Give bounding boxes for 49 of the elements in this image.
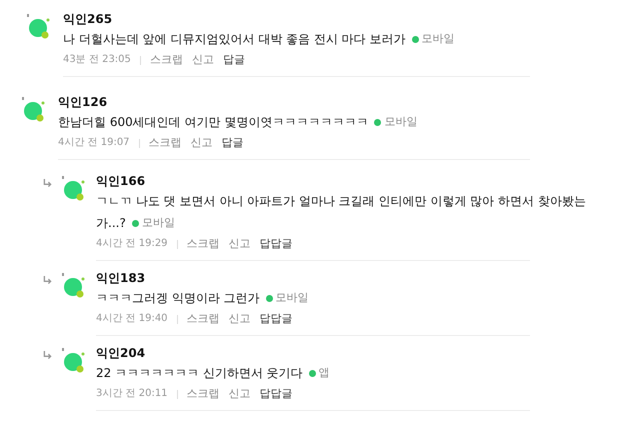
comment-text: 22 ㅋㅋㅋㅋㅋㅋㅋ 신기하면서 웃기다	[96, 365, 303, 382]
status-dot-icon	[266, 294, 273, 302]
timestamp: 4시간 전 19:29	[96, 237, 168, 251]
author-name: 익인204	[96, 345, 146, 362]
reply-arrow-icon	[43, 351, 52, 359]
comment-text: 한남더힐 600세대인데 여기만 몇명이엿ㅋㅋㅋㅋㅋㅋㅋㅋ	[58, 114, 368, 131]
action-link[interactable]: 신고	[228, 309, 251, 329]
status-dot-icon	[374, 118, 382, 126]
author-name: 익인265	[63, 11, 114, 28]
reply-link[interactable]: 답글	[222, 133, 244, 153]
avatar-icon	[21, 97, 47, 123]
reply-link[interactable]: 답글	[222, 50, 245, 70]
reply-link[interactable]: 답답글	[260, 309, 293, 329]
action-link[interactable]: 스크랩	[186, 234, 220, 254]
timestamp: 3시간 전 20:11	[96, 387, 168, 401]
avatar-icon	[61, 348, 87, 374]
platform-label: 모바일	[422, 31, 455, 47]
reply-arrow-icon	[43, 179, 52, 187]
action-link[interactable]: 신고	[228, 384, 251, 404]
avatar-icon	[61, 273, 87, 299]
comment-text: ㄱㄴㄲ 나도 댓 보면서 아니 아파트가 얼마나 크길래 인티에만 이렇게 많아 하면서 찾아봤는	[96, 193, 586, 210]
author-name: 익인183	[96, 270, 146, 287]
action-link[interactable]: 스크랩	[148, 133, 182, 153]
reply-arrow-icon	[43, 276, 52, 284]
timestamp: 4시간 전 19:07	[58, 136, 130, 150]
reply-link[interactable]: 답답글	[260, 384, 293, 404]
action-link[interactable]: 스크랩	[186, 309, 220, 329]
platform-label: 모바일	[276, 290, 309, 306]
platform-label: 모바일	[142, 215, 175, 231]
comment-text: 가...?	[96, 215, 126, 232]
action-link[interactable]: 신고	[228, 234, 251, 254]
author-name: 익인126	[58, 94, 108, 111]
action-link[interactable]: 신고	[192, 50, 214, 70]
author-name: 익인166	[96, 173, 146, 190]
comment-text: 나 더헐사는데 앞에 디뮤지엄있어서 대박 좋음 전시 마다 보러가	[63, 31, 406, 48]
reply-link[interactable]: 답답글	[260, 234, 293, 254]
status-dot-icon	[308, 370, 316, 376]
timestamp: 4시간 전 19:40	[96, 312, 168, 326]
timestamp: 43분 전 23:05	[63, 53, 131, 67]
action-link[interactable]: 신고	[190, 133, 213, 153]
avatar-icon	[26, 14, 52, 40]
status-dot-icon	[412, 36, 419, 42]
action-link[interactable]: 스크랩	[150, 50, 183, 70]
action-link[interactable]: 스크랩	[186, 384, 220, 404]
platform-label: 앱	[318, 365, 330, 381]
comment-text: ㅋㅋㅋ그러겡 익명이라 그런가	[96, 290, 260, 307]
avatar-icon	[61, 176, 87, 202]
status-dot-icon	[132, 220, 139, 226]
platform-label: 모바일	[384, 114, 418, 130]
